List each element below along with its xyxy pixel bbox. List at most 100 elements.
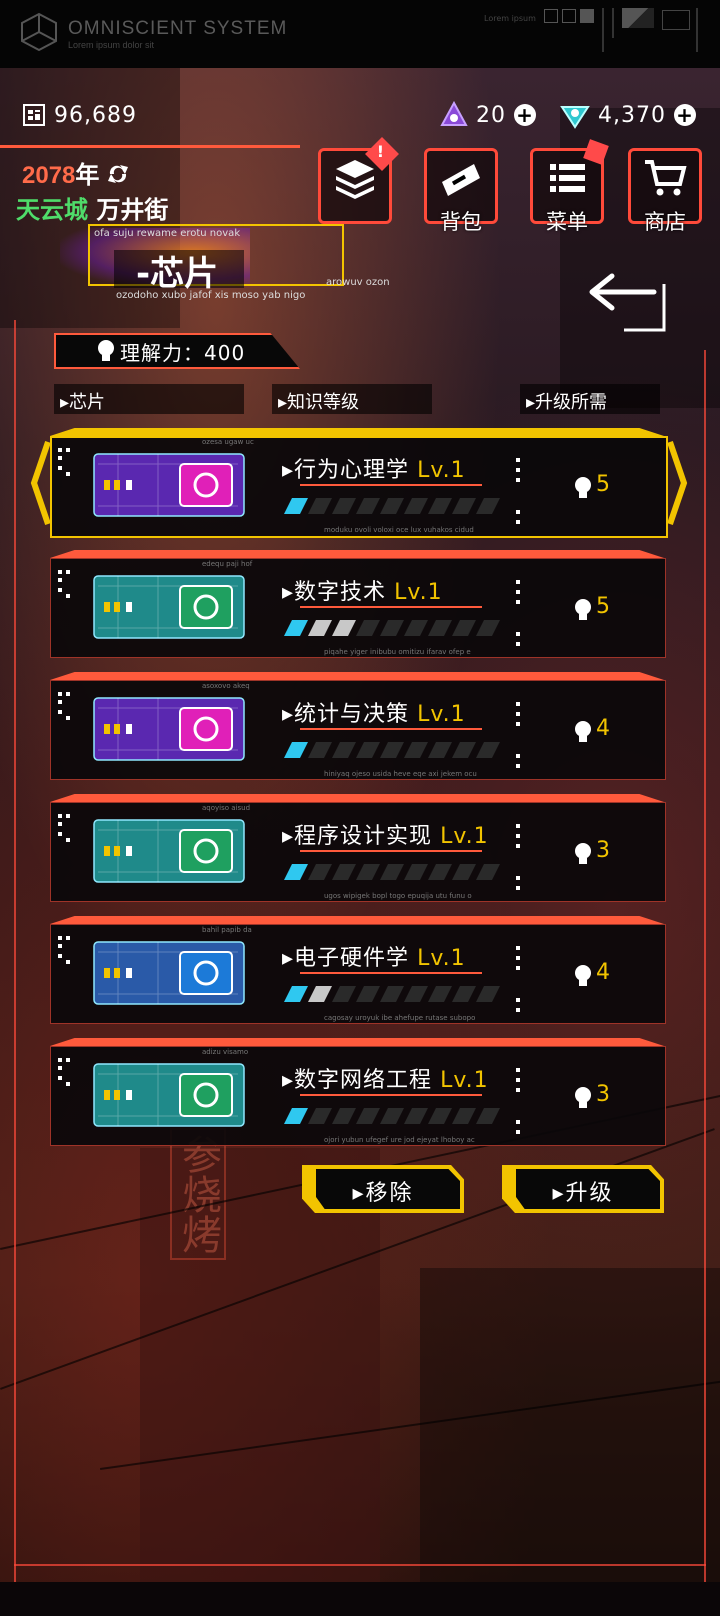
chip-name: ▸数字技术 Lv.1 xyxy=(282,580,443,605)
corner-dot xyxy=(58,588,62,592)
upgrade-button[interactable]: ▸升级 xyxy=(502,1165,664,1213)
contrast-icon xyxy=(622,8,654,28)
upgrade-cost: 5 xyxy=(596,594,610,619)
dotted-divider xyxy=(516,1068,520,1134)
divider xyxy=(0,145,300,148)
divider xyxy=(602,8,604,52)
chip-micro-text: ojori yubun ufegef ure jod ejeyat lhoboy… xyxy=(324,1136,475,1144)
menu-button[interactable]: 菜单 xyxy=(530,139,609,234)
lightbulb-icon xyxy=(575,599,591,620)
chip-micro-text: cagosay uroyuk ibe ahefupe rutase subopo xyxy=(324,1014,476,1022)
chip-row[interactable]: aqoyiso aisud ▸程序设计实现 Lv.1 3 ugos wipigek b… xyxy=(50,794,666,902)
nav-label-menu: 菜单 xyxy=(546,210,588,234)
upgrade-label: ▸升级 xyxy=(552,1181,614,1206)
nav-label-shop: 商店 xyxy=(644,210,686,234)
chip-name: ▸统计与决策 Lv.1 xyxy=(282,702,466,727)
upgrade-cost: 3 xyxy=(596,838,610,863)
layers-icon xyxy=(336,160,374,199)
dotted-divider xyxy=(516,702,520,768)
comprehension-text: 理解力：400 xyxy=(120,337,245,366)
notification-mark: ! xyxy=(376,142,384,161)
coin-counter: 96,689 xyxy=(22,98,137,132)
dotted-divider xyxy=(516,946,520,1012)
chip-row[interactable]: asoxovo akeq ▸统计与决策 Lv.1 4 hiniyaq ojeso us… xyxy=(50,672,666,780)
system-logo-icon xyxy=(21,12,57,52)
remove-button[interactable]: ▸移除 xyxy=(302,1165,464,1213)
backpack-icon xyxy=(442,164,480,196)
purple-gem-icon xyxy=(440,101,468,126)
chip-name: ▸电子硬件学 Lv.1 xyxy=(282,946,466,971)
chip-row[interactable]: ozesa ugaw uc ▸行为心理学 Lv.1 5 moduku ovoli vo… xyxy=(50,428,668,538)
add-cyan-gem-button[interactable]: + xyxy=(673,104,696,126)
lightbulb-icon xyxy=(575,1087,591,1108)
comprehension-value: 400 xyxy=(204,341,246,365)
nav-label-backpack: 背包 xyxy=(440,210,482,234)
corner-dot xyxy=(58,954,62,958)
comprehension-panel: 理解力：400 xyxy=(54,333,300,369)
chip-row[interactable]: adizu visamo ▸数字网络工程 Lv.1 3 ojori yubun ufe… xyxy=(50,1038,666,1146)
chip-name-underline xyxy=(300,728,482,730)
chip-card-icon xyxy=(93,453,245,517)
layers-button[interactable]: ! xyxy=(318,137,399,224)
row-top-accent xyxy=(50,428,664,436)
add-purple-gem-button[interactable]: + xyxy=(514,104,536,126)
city-name: 天云城 xyxy=(16,196,88,224)
title-tag-right: arowuv ozon xyxy=(326,277,390,288)
header-chip: ▸芯片 xyxy=(60,392,106,413)
upgrade-cost: 4 xyxy=(596,716,610,741)
cyan-gem-icon xyxy=(560,106,590,129)
street-name: 万井街 xyxy=(96,196,169,224)
chip-row[interactable]: bahil papib da ▸电子硬件学 Lv.1 4 cagosay uroyuk… xyxy=(50,916,666,1024)
header-level: ▸知识等级 xyxy=(278,392,360,413)
neon-sign xyxy=(600,1608,608,1616)
chip-card-icon xyxy=(93,941,245,1005)
chip-tag: bahil papib da xyxy=(202,926,252,934)
cyan-gem-counter: 4,370 + xyxy=(560,98,696,132)
upgrade-cost: 3 xyxy=(596,1082,610,1107)
close-box-icon xyxy=(562,9,576,23)
corner-dot xyxy=(58,700,62,704)
chip-micro-text: moduku ovoli voloxi oce lux vuhakos cidu… xyxy=(324,526,474,534)
lightbulb-icon xyxy=(575,721,591,742)
title-tag-bottom: ozodoho xubo jafof xis moso yab nigo xyxy=(116,290,306,301)
upgrade-cost: 5 xyxy=(596,472,610,497)
knowledge-progress-bar xyxy=(284,1108,500,1124)
backpack-button[interactable]: 背包 xyxy=(424,148,498,234)
corner-dot xyxy=(58,692,62,696)
neon-sign: 参烧烤 xyxy=(170,1128,226,1260)
back-arrow-icon[interactable] xyxy=(588,272,668,334)
title-tag-top: ofa suju rewame erotu novak xyxy=(94,228,241,239)
chip-card-icon xyxy=(93,697,245,761)
lightbulb-icon xyxy=(575,965,591,986)
shop-button[interactable]: 商店 xyxy=(628,148,702,234)
chip-micro-text: hiniyaq ojeso usida heve eqe axi jekem o… xyxy=(324,770,477,778)
remove-label: ▸移除 xyxy=(352,1181,414,1206)
system-subtitle: Lorem ipsum dolor sit xyxy=(68,40,155,50)
dotted-divider xyxy=(516,824,520,890)
row-top-accent xyxy=(50,550,664,558)
chip-micro-text: piqahe yiger inibubu omitizu ifarav ofep… xyxy=(324,648,471,656)
chip-name: ▸行为心理学 Lv.1 xyxy=(282,458,466,483)
corner-dot xyxy=(58,944,62,948)
row-top-accent xyxy=(50,794,664,802)
chip-tag: adizu visamo xyxy=(202,1048,249,1056)
chip-name-underline xyxy=(300,1094,482,1096)
chip-tag: aqoyiso aisud xyxy=(202,804,251,812)
comprehension-label: 理解力： xyxy=(120,341,204,365)
knowledge-progress-bar xyxy=(284,986,500,1002)
refresh-icon[interactable] xyxy=(106,163,130,185)
shopping-cart-icon xyxy=(645,160,687,196)
filled-box-icon xyxy=(580,9,594,23)
corner-dot xyxy=(58,832,62,836)
chip-tag: edequ paji hof xyxy=(202,560,253,568)
corner-dot xyxy=(58,1058,62,1062)
chip-name-underline xyxy=(300,972,482,974)
divider xyxy=(612,8,614,38)
system-title: OMNISCIENT SYSTEM xyxy=(68,18,288,39)
corner-dot xyxy=(58,578,62,582)
chip-name: ▸数字网络工程 Lv.1 xyxy=(282,1068,489,1093)
corner-dot xyxy=(58,1066,62,1070)
game-date: 2078年 xyxy=(22,155,130,190)
chip-row[interactable]: edequ paji hof ▸数字技术 Lv.1 5 piqahe yiger in… xyxy=(50,550,666,658)
knowledge-progress-bar xyxy=(284,742,500,758)
